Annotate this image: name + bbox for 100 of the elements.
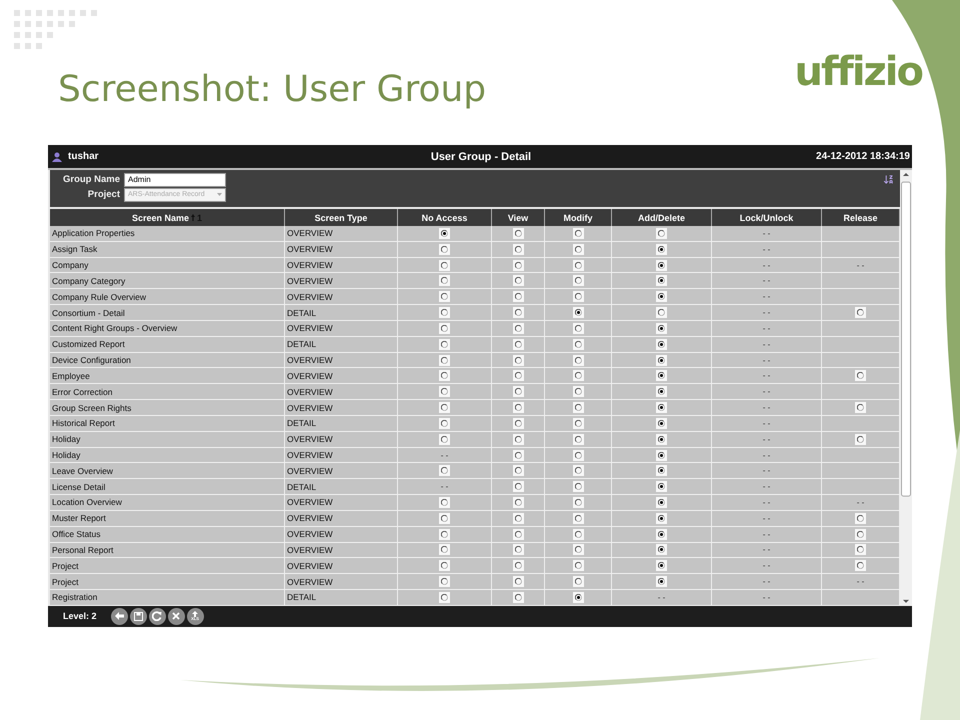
table-cell: OVERVIEW (285, 242, 398, 257)
slide-title: Screenshot: User Group (58, 70, 486, 110)
table-cell: - - (762, 545, 770, 554)
table-cell: - - (856, 260, 864, 270)
scrollbar[interactable] (900, 170, 912, 606)
table-cell: Content Right Groups - Overview (50, 320, 285, 336)
table-cell: - - (762, 434, 770, 444)
field-label: Group Name (62, 174, 120, 185)
table-cell: - - (762, 228, 770, 238)
table-cell: OVERVIEW (285, 542, 398, 558)
table-cell: Employee (50, 368, 285, 384)
table-cell: OVERVIEW (285, 574, 398, 590)
table-cell: OVERVIEW (285, 289, 398, 304)
table-cell: - - (856, 577, 864, 586)
table-cell: OVERVIEW (285, 495, 398, 510)
table-cell: Customized Report (50, 336, 285, 352)
table-cell: OVERVIEW (285, 273, 398, 288)
field-label: Project (86, 189, 120, 200)
table-cell: Personal Report (50, 542, 285, 558)
table-cell: OVERVIEW (285, 352, 398, 368)
table-cell: - - (762, 371, 770, 380)
table-cell: OVERVIEW (285, 432, 398, 447)
date-time: 24-12-2012 18:34:19 (816, 151, 910, 162)
table-cell: - - (762, 514, 770, 523)
arrow-left-icon (114, 612, 124, 620)
window-title: User Group - Detail (430, 150, 532, 162)
table-cell: Holiday (50, 432, 285, 447)
table-cell: - - (762, 592, 770, 602)
table-cell: OVERVIEW (285, 320, 398, 336)
refresh-button[interactable] (148, 608, 166, 625)
table-cell: - - (762, 403, 770, 412)
table-cell: Error Correction (50, 384, 285, 400)
table-cell: - - (762, 450, 770, 460)
table-cell: License Detail (50, 479, 285, 494)
table-cell: DETAIL (285, 305, 398, 320)
table-cell: Device Configuration (50, 352, 285, 368)
table-cell: OVERVIEW (285, 384, 398, 400)
back-button[interactable] (110, 608, 128, 625)
table-cell: Leave Overview (50, 463, 285, 478)
caret-icon (217, 193, 222, 196)
table-cell: Registration (50, 590, 285, 605)
table-cell: - - (762, 308, 770, 318)
close-button[interactable] (168, 608, 185, 625)
save-button[interactable] (130, 608, 147, 625)
user-icon (52, 152, 62, 162)
table-cell: Consortium - Detail (50, 305, 285, 320)
table-cell: - - (762, 418, 770, 428)
table-cell: DETAIL (285, 479, 398, 494)
logo: uffizio (794, 52, 922, 92)
table-cell: Company (50, 258, 285, 272)
table-cell: - - (762, 244, 770, 254)
table-cell: OVERVIEW (285, 526, 398, 542)
table-cell: - - (762, 276, 770, 286)
level-label: Level: 2 (63, 611, 97, 622)
table-cell: OVERVIEW (285, 558, 398, 574)
table-cell: Project (50, 558, 285, 574)
table-cell: - - (762, 482, 770, 492)
table-cell: Group Screen Rights (50, 400, 285, 415)
table-cell: - - (440, 482, 448, 492)
group-name-field[interactable]: Admin (124, 172, 226, 186)
table-cell: DETAIL (285, 416, 398, 431)
table-cell: Holiday (50, 448, 285, 462)
table-cell: Historical Report (50, 416, 285, 431)
table-cell: - - (440, 450, 448, 460)
table-cell: - - (762, 498, 770, 507)
table-cell: OVERVIEW (285, 368, 398, 384)
table-cell: - - (762, 561, 770, 570)
table-cell: - - (762, 356, 770, 365)
table-cell: DETAIL (285, 590, 398, 605)
table-cell: OVERVIEW (285, 400, 398, 415)
table-cell: Location Overview (50, 495, 285, 510)
table-cell: OVERVIEW (285, 258, 398, 272)
refresh-icon (152, 611, 162, 622)
user-name: tushar (68, 151, 99, 162)
table-cell: Application Properties (50, 226, 285, 241)
table-cell: - - (762, 530, 770, 539)
table-cell: - - (762, 387, 770, 396)
table-cell: Muster Report (50, 510, 285, 526)
table-cell: OVERVIEW (285, 448, 398, 462)
table-cell: - - (762, 577, 770, 586)
table-cell: Project (50, 574, 285, 590)
table-cell: - - (762, 324, 770, 333)
table-cell: OVERVIEW (285, 463, 398, 478)
table-cell: - - (856, 498, 864, 507)
table-cell: - - (762, 466, 770, 476)
close-icon (172, 612, 180, 620)
sort-icon[interactable] (883, 174, 894, 185)
table-cell: Office Status (50, 526, 285, 542)
table-cell: Company Category (50, 273, 285, 288)
table-cell: DETAIL (285, 336, 398, 352)
table-cell: OVERVIEW (285, 510, 398, 526)
table-cell: - - (658, 592, 666, 602)
table-cell: Assign Task (50, 242, 285, 257)
sort-arrow-icon (191, 214, 196, 221)
table-cell: Company Rule Overview (50, 289, 285, 304)
table-cell: - - (762, 260, 770, 270)
arrow-up-icon (192, 611, 198, 618)
table-cell: - - (762, 292, 770, 302)
table-cell: - - (762, 340, 770, 349)
table-cell: OVERVIEW (285, 226, 398, 241)
